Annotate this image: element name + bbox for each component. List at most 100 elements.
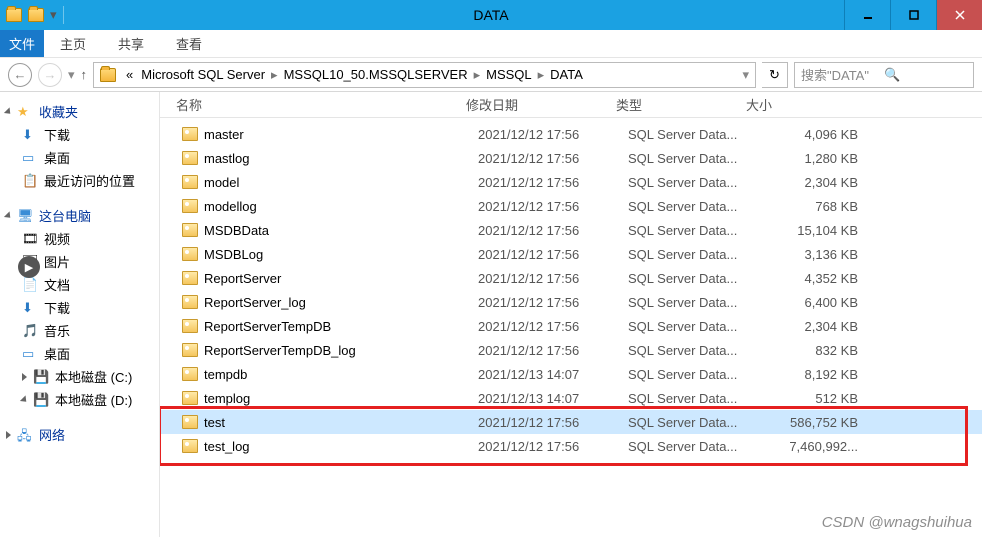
col-date[interactable]: 修改日期 bbox=[466, 95, 616, 114]
sidebar-item[interactable]: 🎞视频 bbox=[0, 227, 159, 250]
col-type[interactable]: 类型 bbox=[616, 95, 746, 114]
search-input[interactable]: 搜索"DATA" 🔍 bbox=[794, 62, 974, 88]
file-type: SQL Server Data... bbox=[628, 127, 758, 142]
close-button[interactable] bbox=[936, 0, 982, 30]
file-date: 2021/12/12 17:56 bbox=[478, 439, 628, 454]
file-date: 2021/12/12 17:56 bbox=[478, 271, 628, 286]
forward-button[interactable]: → bbox=[38, 63, 62, 87]
maximize-button[interactable] bbox=[890, 0, 936, 30]
file-type: SQL Server Data... bbox=[628, 439, 758, 454]
dropdown-icon[interactable]: ▾ bbox=[50, 7, 57, 23]
file-date: 2021/12/12 17:56 bbox=[478, 415, 628, 430]
file-size: 2,304 KB bbox=[758, 175, 858, 190]
tab-view[interactable]: 查看 bbox=[160, 30, 218, 57]
file-size: 1,280 KB bbox=[758, 151, 858, 166]
crumb-2[interactable]: MSSQL bbox=[482, 67, 536, 82]
db-file-icon bbox=[182, 247, 198, 261]
sidebar-favorites[interactable]: ★收藏夹 bbox=[0, 100, 159, 123]
crumb-3[interactable]: DATA bbox=[546, 67, 587, 82]
folder-icon bbox=[28, 8, 44, 22]
file-name: tempdb bbox=[204, 367, 478, 382]
file-name: MSDBData bbox=[204, 223, 478, 238]
file-type: SQL Server Data... bbox=[628, 295, 758, 310]
sidebar-network[interactable]: 🖧网络 bbox=[0, 423, 159, 446]
sidebar-item[interactable]: ▭桌面 bbox=[0, 342, 159, 365]
file-list[interactable]: master2021/12/12 17:56SQL Server Data...… bbox=[160, 118, 982, 537]
sidebar-item[interactable]: ▭桌面 bbox=[0, 146, 159, 169]
chevron-right-icon: ▸ bbox=[536, 67, 547, 83]
db-file-icon bbox=[182, 319, 198, 333]
file-row[interactable]: test2021/12/12 17:56SQL Server Data...58… bbox=[160, 410, 982, 434]
file-type: SQL Server Data... bbox=[628, 223, 758, 238]
sidebar-item[interactable]: 💾本地磁盘 (D:) bbox=[0, 388, 159, 411]
chevron-right-icon: ▸ bbox=[269, 67, 280, 83]
file-row[interactable]: modellog2021/12/12 17:56SQL Server Data.… bbox=[160, 194, 982, 218]
file-size: 768 KB bbox=[758, 199, 858, 214]
db-file-icon bbox=[182, 151, 198, 165]
disk-icon: 💾 bbox=[33, 392, 49, 408]
file-row[interactable]: model2021/12/12 17:56SQL Server Data...2… bbox=[160, 170, 982, 194]
file-date: 2021/12/12 17:56 bbox=[478, 223, 628, 238]
refresh-button[interactable]: ↻ bbox=[762, 62, 788, 88]
col-name[interactable]: 名称 bbox=[176, 95, 466, 114]
file-row[interactable]: master2021/12/12 17:56SQL Server Data...… bbox=[160, 122, 982, 146]
db-file-icon bbox=[182, 295, 198, 309]
file-row[interactable]: MSDBData2021/12/12 17:56SQL Server Data.… bbox=[160, 218, 982, 242]
file-size: 3,136 KB bbox=[758, 247, 858, 262]
db-file-icon bbox=[182, 223, 198, 237]
file-row[interactable]: tempdb2021/12/13 14:07SQL Server Data...… bbox=[160, 362, 982, 386]
recent-icon: 📋 bbox=[22, 173, 38, 189]
desktop-icon: ▭ bbox=[22, 346, 38, 362]
minimize-button[interactable] bbox=[844, 0, 890, 30]
file-row[interactable]: test_log2021/12/12 17:56SQL Server Data.… bbox=[160, 434, 982, 458]
dropdown-icon[interactable]: ▾ bbox=[742, 67, 749, 83]
file-row[interactable]: mastlog2021/12/12 17:56SQL Server Data..… bbox=[160, 146, 982, 170]
file-row[interactable]: ReportServer2021/12/12 17:56SQL Server D… bbox=[160, 266, 982, 290]
tab-file[interactable]: 文件 bbox=[0, 30, 44, 57]
sidebar-item[interactable]: 🎵音乐 bbox=[0, 319, 159, 342]
sidebar-item[interactable]: ⬇下载 bbox=[0, 296, 159, 319]
file-row[interactable]: MSDBLog2021/12/12 17:56SQL Server Data..… bbox=[160, 242, 982, 266]
sidebar-item[interactable]: 💾本地磁盘 (C:) bbox=[0, 365, 159, 388]
search-icon: 🔍 bbox=[884, 67, 967, 83]
file-type: SQL Server Data... bbox=[628, 271, 758, 286]
back-button[interactable]: ← bbox=[8, 63, 32, 87]
network-icon: 🖧 bbox=[17, 427, 33, 443]
col-size[interactable]: 大小 bbox=[746, 95, 856, 114]
folder-icon bbox=[100, 68, 116, 82]
breadcrumb-prefix: « bbox=[122, 67, 137, 82]
file-type: SQL Server Data... bbox=[628, 343, 758, 358]
file-name: ReportServerTempDB_log bbox=[204, 343, 478, 358]
file-row[interactable]: ReportServer_log2021/12/12 17:56SQL Serv… bbox=[160, 290, 982, 314]
star-icon: ★ bbox=[17, 104, 33, 120]
search-placeholder: 搜索"DATA" bbox=[801, 65, 884, 84]
file-row[interactable]: ReportServerTempDB2021/12/12 17:56SQL Se… bbox=[160, 314, 982, 338]
db-file-icon bbox=[182, 415, 198, 429]
file-size: 8,192 KB bbox=[758, 367, 858, 382]
file-type: SQL Server Data... bbox=[628, 175, 758, 190]
breadcrumb[interactable]: « Microsoft SQL Server ▸ MSSQL10_50.MSSQ… bbox=[93, 62, 756, 88]
file-row[interactable]: templog2021/12/13 14:07SQL Server Data..… bbox=[160, 386, 982, 410]
file-size: 15,104 KB bbox=[758, 223, 858, 238]
documents-icon: 📄 bbox=[22, 277, 38, 293]
tab-share[interactable]: 共享 bbox=[102, 30, 160, 57]
file-date: 2021/12/12 17:56 bbox=[478, 127, 628, 142]
sidebar-thispc[interactable]: 🖥这台电脑 bbox=[0, 204, 159, 227]
sidebar-item[interactable]: ⬇下载 bbox=[0, 123, 159, 146]
crumb-0[interactable]: Microsoft SQL Server bbox=[137, 67, 269, 82]
nav-sidebar: ★收藏夹 ⬇下载 ▭桌面 📋最近访问的位置 🖥这台电脑 🎞视频 🖼图片 📄文档 … bbox=[0, 92, 160, 537]
sidebar-item[interactable]: 📋最近访问的位置 bbox=[0, 169, 159, 192]
tab-home[interactable]: 主页 bbox=[44, 30, 102, 57]
db-file-icon bbox=[182, 343, 198, 357]
recent-dropdown-icon[interactable]: ▾ bbox=[68, 67, 75, 83]
crumb-1[interactable]: MSSQL10_50.MSSQLSERVER bbox=[280, 67, 472, 82]
file-date: 2021/12/13 14:07 bbox=[478, 367, 628, 382]
file-type: SQL Server Data... bbox=[628, 247, 758, 262]
separator bbox=[63, 6, 64, 24]
file-size: 512 KB bbox=[758, 391, 858, 406]
disk-icon: 💾 bbox=[33, 369, 49, 385]
file-row[interactable]: ReportServerTempDB_log2021/12/12 17:56SQ… bbox=[160, 338, 982, 362]
up-button[interactable]: ↑ bbox=[81, 67, 88, 82]
address-bar: ← → ▾ ↑ « Microsoft SQL Server ▸ MSSQL10… bbox=[0, 58, 982, 92]
file-type: SQL Server Data... bbox=[628, 367, 758, 382]
